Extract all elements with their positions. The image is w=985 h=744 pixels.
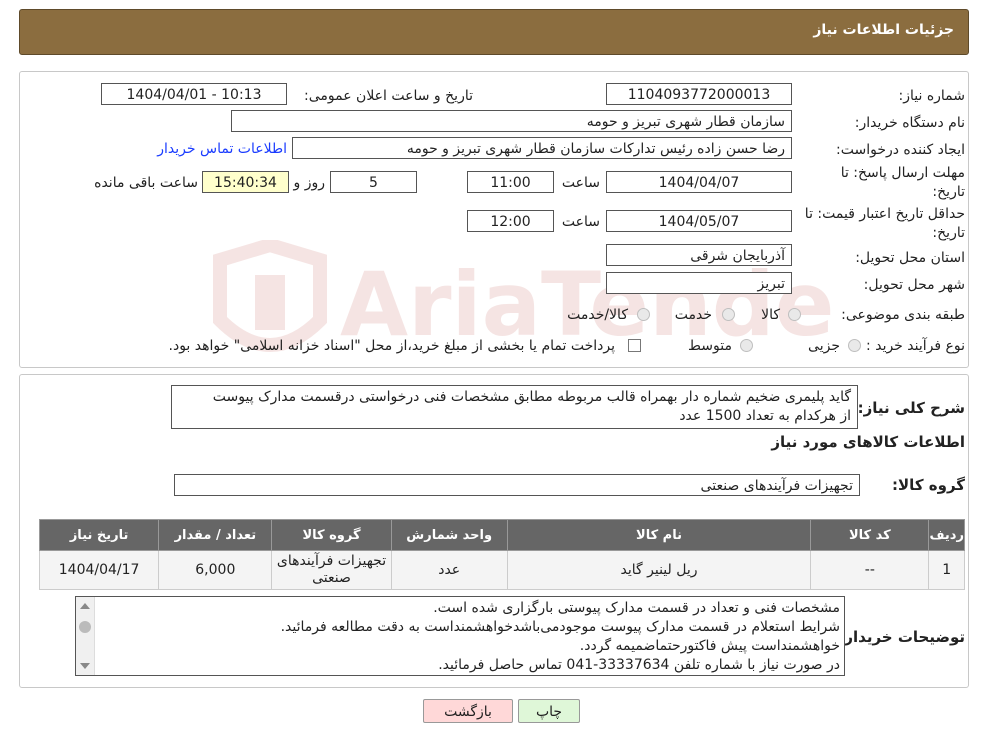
cell-row: 1 xyxy=(928,550,965,590)
deadline-date-field: 1404/04/07 xyxy=(606,171,792,193)
page-header: جزئیات اطلاعات نیاز xyxy=(19,9,969,55)
province-field: آذربایجان شرقی xyxy=(606,244,792,266)
summary-line: از هرکدام به تعداد 1500 عدد xyxy=(679,408,851,424)
validity-date-field: 1404/05/07 xyxy=(606,210,792,232)
cell-code: -- xyxy=(810,550,930,590)
announce-datetime-field: 1404/04/01 - 10:13 xyxy=(101,83,287,105)
goods-group-label: گروه کالا: xyxy=(892,476,965,494)
category-option-both-label: کالا/خدمت xyxy=(567,307,628,323)
category-service-radio[interactable] xyxy=(722,308,735,321)
scroll-down-icon[interactable] xyxy=(80,663,90,669)
cell-qty: 6,000 xyxy=(158,550,273,590)
category-label: طبقه بندی موضوعی: xyxy=(841,307,965,323)
cell-unit: عدد xyxy=(390,550,508,590)
validity-label: حداقل تاریخ اعتبار قیمت: تا xyxy=(804,206,965,222)
buyer-contact-link[interactable]: اطلاعات تماس خریدار xyxy=(157,141,287,157)
col-group-header: گروه کالا xyxy=(271,519,392,551)
buyer-field: سازمان قطار شهری تبریز و حومه xyxy=(231,110,792,132)
col-row-header: ردیف xyxy=(928,519,965,551)
note-line: خواهشمنداست پیش فاکتورحتماضمیمه گردد. xyxy=(579,638,840,654)
buyer-notes-textarea[interactable]: مشخصات فنی و تعداد در قسمت مدارک پیوستی … xyxy=(75,596,845,676)
table-header-row: ردیف کد کالا نام کالا واحد شمارش گروه کا… xyxy=(38,519,965,551)
items-section-title: اطلاعات کالاهای مورد نیاز xyxy=(771,433,965,451)
validity-label-date: تاریخ: xyxy=(932,225,965,241)
cell-name: ریل لینیر گاید xyxy=(506,550,812,590)
need-number-label: شماره نیاز: xyxy=(898,88,966,104)
need-number-field: 1104093772000013 xyxy=(606,83,792,105)
scroll-thumb[interactable] xyxy=(79,621,91,633)
cell-group: تجهیزات فرآیندهای صنعتی xyxy=(271,550,392,590)
category-both-radio[interactable] xyxy=(637,308,650,321)
validity-time-label: ساعت xyxy=(561,214,600,230)
province-label: استان محل تحویل: xyxy=(855,250,965,266)
note-line: شرایط استعلام در قسمت مدارک پیوست موجودم… xyxy=(280,619,840,635)
buyer-notes-label: توضیحات خریدار: xyxy=(838,628,965,646)
city-label: شهر محل تحویل: xyxy=(863,277,965,293)
purchase-type-label: نوع فرآیند خرید : xyxy=(866,338,965,354)
deadline-time-field: 11:00 xyxy=(467,171,554,193)
category-option-goods-label: کالا xyxy=(761,307,780,323)
col-name-header: نام کالا xyxy=(506,519,812,551)
deadline-label-date: تاریخ: xyxy=(932,184,965,200)
summary-label: شرح کلی نیاز: xyxy=(857,399,965,417)
items-table: ردیف کد کالا نام کالا واحد شمارش گروه کا… xyxy=(38,519,965,590)
remaining-time-field: 15:40:34 xyxy=(202,171,289,193)
creator-label: ایجاد کننده درخواست: xyxy=(836,142,965,158)
remaining-days-field: 5 xyxy=(330,171,417,193)
col-code-header: کد کالا xyxy=(810,519,930,551)
purchase-medium-radio[interactable] xyxy=(740,339,753,352)
cell-group-line: صنعتی xyxy=(312,570,351,586)
validity-time-field: 12:00 xyxy=(467,210,554,232)
table-row[interactable]: 1 -- ریل لینیر گاید عدد تجهیزات فرآیندها… xyxy=(38,550,965,590)
notes-scrollbar[interactable] xyxy=(76,597,95,675)
purchase-minor-radio[interactable] xyxy=(848,339,861,352)
page-title: جزئیات اطلاعات نیاز xyxy=(813,22,954,38)
days-label: روز و xyxy=(293,175,326,191)
buyer-label: نام دستگاه خریدار: xyxy=(854,115,965,131)
summary-line: گاید پلیمری ضخیم شماره دار بهمراه قالب م… xyxy=(212,389,851,405)
back-button[interactable]: بازگشت xyxy=(423,699,513,723)
col-qty-header: تعداد / مقدار xyxy=(158,519,273,551)
deadline-label: مهلت ارسال پاسخ: تا xyxy=(840,165,965,181)
cell-group-line: تجهیزات فرآیندهای xyxy=(276,553,387,569)
notes-text: مشخصات فنی و تعداد در قسمت مدارک پیوستی … xyxy=(98,599,840,675)
col-date-header: تاریخ نیاز xyxy=(38,519,160,551)
col-unit-header: واحد شمارش xyxy=(390,519,508,551)
summary-textarea[interactable]: گاید پلیمری ضخیم شماره دار بهمراه قالب م… xyxy=(171,385,858,429)
goods-group-field: تجهیزات فرآیندهای صنعتی xyxy=(174,474,860,496)
city-field: تبریز xyxy=(606,272,792,294)
treasury-docs-checkbox[interactable] xyxy=(628,339,641,352)
note-line: مشخصات فنی و تعداد در قسمت مدارک پیوستی … xyxy=(433,600,840,616)
category-goods-radio[interactable] xyxy=(788,308,801,321)
deadline-time-label: ساعت xyxy=(561,175,600,191)
scroll-up-icon[interactable] xyxy=(80,603,90,609)
print-button[interactable]: چاپ xyxy=(518,699,580,723)
remaining-label: ساعت باقی مانده xyxy=(94,175,198,191)
purchase-medium-label: متوسط xyxy=(688,338,732,354)
category-option-service-label: خدمت xyxy=(674,307,712,323)
note-line: در صورت نیاز با شماره تلفن 33337634-041 … xyxy=(438,657,840,673)
announce-label: تاریخ و ساعت اعلان عمومی: xyxy=(304,88,473,104)
payment-note: پرداخت تمام یا بخشی از مبلغ خرید،از محل … xyxy=(168,338,615,354)
creator-field: رضا حسن زاده رئیس تدارکات سازمان قطار شه… xyxy=(292,137,792,159)
purchase-minor-label: جزیی xyxy=(808,338,840,354)
cell-date: 1404/04/17 xyxy=(38,550,160,590)
